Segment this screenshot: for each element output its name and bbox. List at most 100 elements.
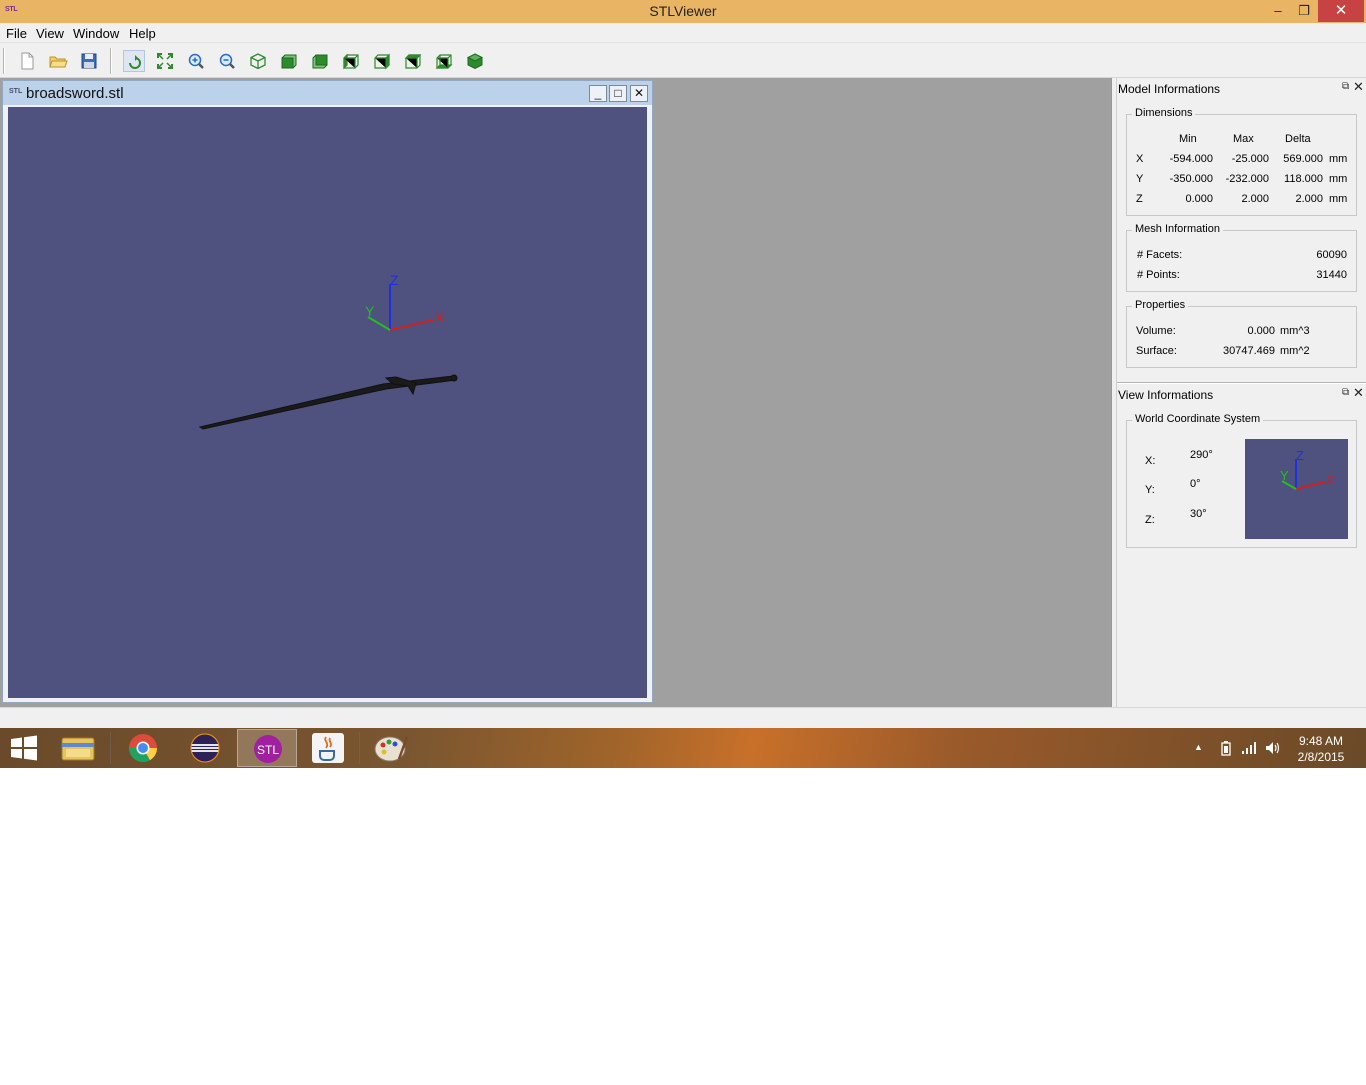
axis-x-label: X — [435, 309, 445, 325]
axis-triad: Z X Y — [365, 272, 445, 331]
document-icon: STL — [9, 88, 23, 95]
file-explorer-icon[interactable] — [48, 729, 108, 767]
new-file-icon[interactable] — [16, 50, 38, 72]
wcs-title: World Coordinate System — [1132, 413, 1264, 425]
points-value: 31440 — [1316, 269, 1347, 281]
document-title-bar[interactable]: STL broadsword.stl _ □ ✕ — [3, 81, 652, 105]
maximize-button[interactable]: ❐ — [1291, 0, 1317, 22]
open-folder-icon[interactable] — [47, 50, 69, 72]
wcs-y-label: Y: — [1145, 484, 1155, 496]
dim-y-unit: mm — [1329, 173, 1348, 185]
dim-z-unit: mm — [1329, 193, 1348, 205]
model-info-close-icon[interactable]: ✕ — [1353, 79, 1364, 95]
battery-icon[interactable] — [1221, 741, 1231, 759]
stl-taskbar-label: STL — [257, 743, 279, 757]
wcs-x-label: X: — [1145, 455, 1156, 467]
stlviewer-icon[interactable]: STL — [237, 729, 297, 767]
eclipse-icon[interactable] — [175, 729, 235, 767]
facets-label: # Facets: — [1137, 249, 1183, 261]
toolbar-grip — [3, 48, 5, 74]
mdi-workspace: STL broadsword.stl _ □ ✕ Z X Y — [0, 78, 1111, 707]
close-button[interactable]: ✕ — [1318, 0, 1364, 22]
dim-x-min: -594.000 — [1169, 153, 1213, 165]
wcs-z-value: 30° — [1190, 508, 1207, 520]
top-view-icon[interactable] — [402, 50, 424, 72]
save-icon[interactable] — [78, 50, 100, 72]
bottom-view-icon[interactable] — [433, 50, 455, 72]
volume-icon[interactable] — [1265, 741, 1281, 758]
front-view-icon[interactable] — [278, 50, 300, 72]
menu-view[interactable]: View — [36, 26, 64, 41]
dim-x-max: -25.000 — [1231, 153, 1269, 165]
right-view-icon[interactable] — [371, 50, 393, 72]
title-bar: STL STLViewer – ❐ ✕ — [0, 0, 1366, 23]
document-maximize-button[interactable]: □ — [609, 85, 627, 102]
shaded-view-icon[interactable] — [464, 50, 486, 72]
menu-window[interactable]: Window — [73, 26, 119, 41]
back-view-icon[interactable] — [309, 50, 331, 72]
zoom-out-icon[interactable] — [216, 50, 238, 72]
document-title: broadsword.stl — [26, 85, 124, 102]
volume-unit: mm^3 — [1280, 325, 1310, 337]
taskbar-separator — [110, 732, 111, 764]
surface-label: Surface: — [1136, 345, 1177, 357]
header-min: Min — [1179, 133, 1197, 145]
wcs-y-value: 0° — [1190, 478, 1201, 490]
chrome-icon[interactable] — [113, 729, 173, 767]
header-max: Max — [1233, 133, 1254, 145]
clock-date[interactable]: 2/8/2015 — [1290, 750, 1352, 764]
surface-unit: mm^2 — [1280, 345, 1310, 357]
menu-file[interactable]: File — [6, 26, 27, 41]
left-view-icon[interactable] — [340, 50, 362, 72]
clock-time[interactable]: 9:48 AM — [1290, 734, 1352, 748]
dim-y-delta: 118.000 — [1284, 173, 1323, 185]
toolbar — [0, 43, 1366, 78]
wcs-axis-z-label: Z — [1296, 448, 1304, 463]
properties-group: Properties Volume: 0.000 mm^3 Surface: 3… — [1126, 299, 1357, 368]
wcs-axis-y-label: Y — [1280, 468, 1289, 483]
dimensions-group: Dimensions Min Max Delta X -594.000 -25.… — [1126, 107, 1357, 216]
dim-y-min: -350.000 — [1169, 173, 1213, 185]
dim-x-unit: mm — [1329, 153, 1348, 165]
network-icon[interactable] — [1241, 741, 1257, 758]
document-minimize-button[interactable]: _ — [589, 85, 607, 102]
minimize-button[interactable]: – — [1265, 0, 1291, 22]
facets-value: 60090 — [1316, 249, 1347, 261]
dock-panel: Model Informations ⧉ ✕ Dimensions Min Ma… — [1116, 78, 1366, 707]
tray-expand-icon[interactable]: ▲ — [1194, 742, 1203, 752]
3d-viewport[interactable]: Z X Y — [8, 107, 647, 698]
model-info-float-icon[interactable]: ⧉ — [1342, 81, 1349, 92]
header-delta: Delta — [1285, 133, 1311, 145]
status-bar — [0, 707, 1366, 728]
dimensions-title: Dimensions — [1132, 107, 1196, 119]
java-icon[interactable] — [298, 729, 358, 767]
taskbar-separator — [359, 732, 360, 764]
model-info-title: Model Informations — [1118, 82, 1221, 96]
document-close-button[interactable]: ✕ — [630, 85, 648, 102]
axis-z-label: Z — [390, 272, 399, 288]
iso-view-icon[interactable] — [247, 50, 269, 72]
taskbar: STL ▲ 9:48 AM 2/8/2015 — [0, 728, 1366, 768]
dim-axis-y: Y — [1136, 173, 1144, 185]
points-label: # Points: — [1137, 269, 1180, 281]
view-info-close-icon[interactable]: ✕ — [1353, 385, 1364, 401]
view-info-float-icon[interactable]: ⧉ — [1342, 387, 1349, 398]
document-window[interactable]: STL broadsword.stl _ □ ✕ Z X Y — [2, 80, 653, 703]
mesh-info-title: Mesh Information — [1132, 223, 1223, 235]
zoom-in-icon[interactable] — [185, 50, 207, 72]
wcs-group: World Coordinate System X: 290° Y: 0° Z:… — [1126, 413, 1357, 548]
windows-start-icon[interactable] — [8, 734, 40, 762]
wcs-preview: Z X Y — [1245, 439, 1348, 539]
volume-value: 0.000 — [1247, 325, 1275, 337]
wcs-z-label: Z: — [1145, 514, 1155, 526]
menu-help[interactable]: Help — [129, 26, 156, 41]
toolbar-separator — [110, 48, 112, 74]
dim-z-delta: 2.000 — [1295, 193, 1323, 205]
paint-icon[interactable] — [361, 729, 421, 767]
axis-y-label: Y — [365, 303, 375, 319]
dim-z-min: 0.000 — [1185, 193, 1213, 205]
dock-separator[interactable] — [1117, 382, 1366, 384]
dim-axis-x: X — [1136, 153, 1144, 165]
rotate-icon[interactable] — [123, 50, 145, 72]
fit-view-icon[interactable] — [154, 50, 176, 72]
